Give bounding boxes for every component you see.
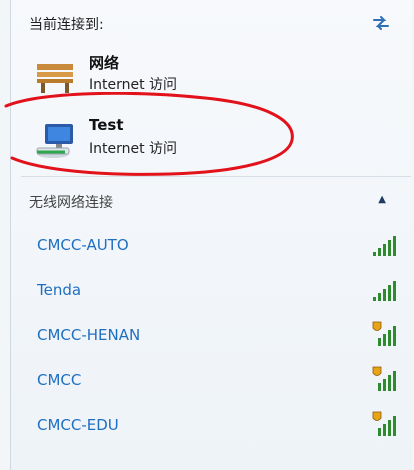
wireless-network-item[interactable]: CMCC-EDU <box>21 404 413 449</box>
network-computer-icon <box>35 122 75 158</box>
signal-strength-icon <box>369 230 403 258</box>
network-name: CMCC-AUTO <box>37 236 129 254</box>
refresh-icon[interactable] <box>370 12 392 34</box>
wireless-network-item[interactable]: CMCC <box>21 359 413 404</box>
connection-access: Internet 访问 <box>89 141 178 157</box>
network-flyout-panel: 当前连接到: 网络 Internet 访问 Test Internet 访问 无… <box>10 0 412 470</box>
connection-name: 网络 <box>89 54 120 72</box>
secured-signal-icon <box>369 365 403 393</box>
secured-signal-icon <box>369 320 403 348</box>
signal-strength-icon <box>369 275 403 303</box>
wireless-network-item[interactable]: CMCC-HENAN <box>21 314 413 359</box>
network-name: CMCC <box>37 371 82 389</box>
connection-item-test[interactable]: Test Internet 访问 <box>25 116 385 172</box>
wireless-section-label: 无线网络连接 <box>29 195 113 211</box>
wireless-network-item[interactable]: CMCC-AUTO <box>21 224 413 269</box>
bench-icon <box>35 58 75 94</box>
network-name: CMCC-HENAN <box>37 326 141 344</box>
secured-signal-icon <box>369 410 403 438</box>
wireless-network-item[interactable]: Tenda <box>21 269 413 314</box>
section-divider <box>21 176 411 177</box>
network-name: Tenda <box>37 281 82 299</box>
connection-item-network[interactable]: 网络 Internet 访问 <box>25 52 385 108</box>
connection-name: Test <box>89 116 124 134</box>
wireless-network-list: CMCC-AUTO Tenda CMCC-HENAN CMCC CMCC-EDU <box>21 224 413 449</box>
connected-to-label: 当前连接到: <box>29 17 104 33</box>
network-name: CMCC-EDU <box>37 416 119 434</box>
connection-access: Internet 访问 <box>89 77 178 93</box>
collapse-chevron-icon[interactable]: ▲ <box>378 194 386 205</box>
